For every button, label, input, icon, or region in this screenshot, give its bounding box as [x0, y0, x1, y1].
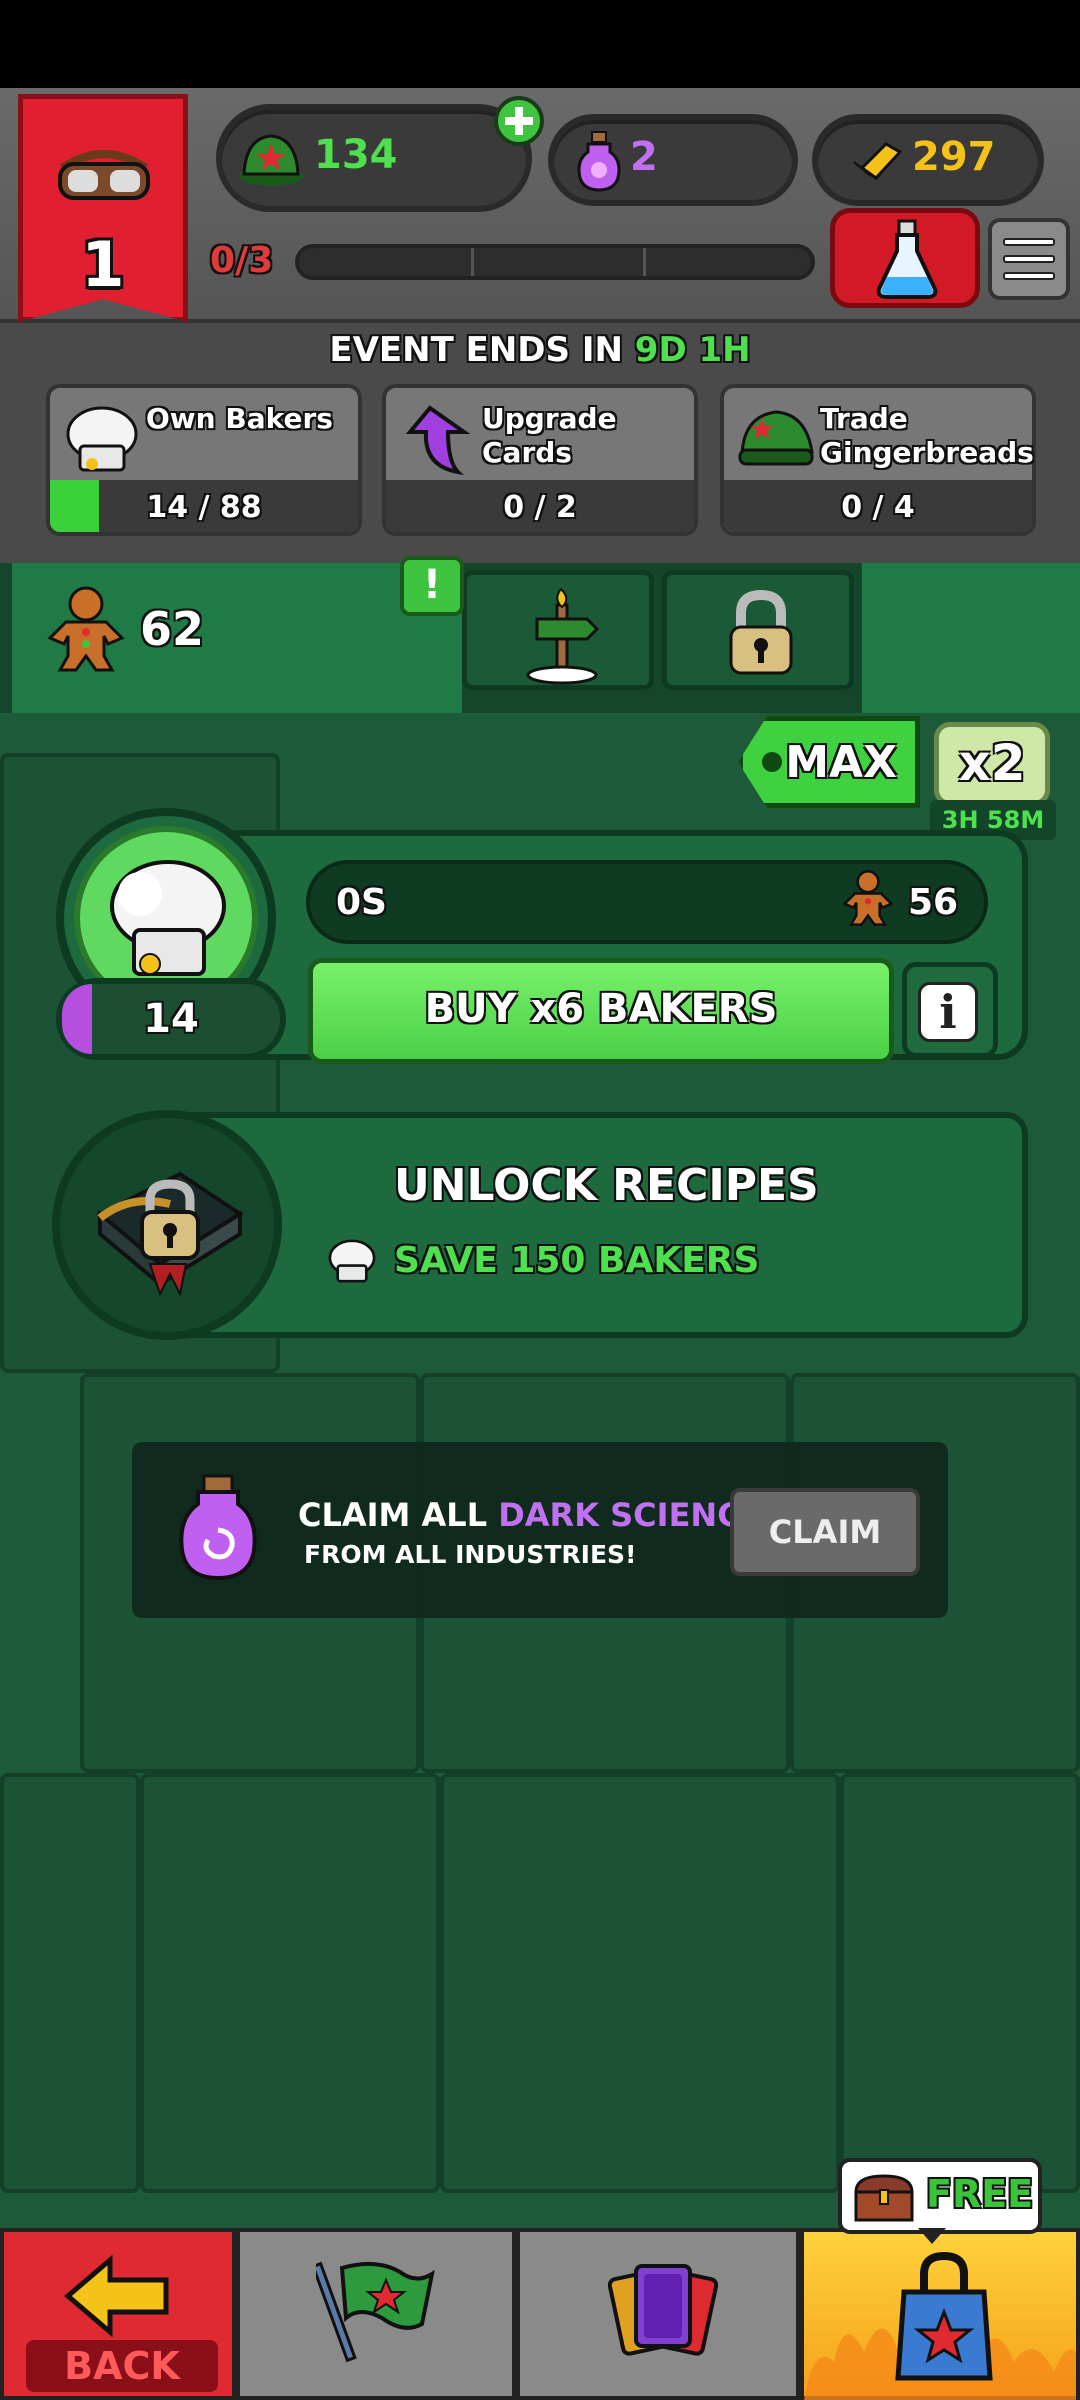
nav-tab-flag[interactable] [236, 2228, 516, 2400]
info-icon: i [918, 982, 978, 1042]
bg-plate [440, 1773, 840, 2193]
event-ends-time: 9D 1H [634, 330, 751, 370]
baker-hat-icon [66, 406, 138, 472]
gingerbread-count: 62 [140, 602, 205, 656]
hat-icon [239, 134, 303, 186]
free-bubble-tail [918, 2228, 946, 2244]
bg-plate [0, 1773, 140, 2193]
gingerbread-icon [47, 586, 125, 672]
dark-science-potion-icon [179, 1474, 257, 1581]
tab-locked[interactable] [662, 570, 854, 690]
bg-plate [840, 1773, 1080, 2193]
menu-icon-line [1003, 255, 1055, 263]
quest-label: Own Bakers [146, 402, 333, 435]
tab-empty [862, 563, 1080, 713]
nav-tab-shop[interactable] [800, 2228, 1080, 2400]
claim-text-prefix: CLAIM ALL [298, 1496, 488, 1534]
padlock-icon [729, 589, 793, 675]
max-label: MAX [785, 736, 897, 788]
cards-icon [608, 2264, 718, 2356]
menu-icon-line [1003, 238, 1055, 246]
goggles-icon [58, 150, 150, 200]
menu-button[interactable] [988, 218, 1070, 300]
shopping-bag-icon [895, 2251, 993, 2381]
quest-count: 0 / 4 [841, 490, 915, 525]
quest-progress-bar: 0 / 4 [724, 480, 1032, 532]
quest-upgrade-cards[interactable]: Upgrade Cards 0 / 2 [382, 384, 698, 536]
treasure-chest-icon [854, 2174, 914, 2222]
quest-own-bakers[interactable]: Own Bakers 14 / 88 [46, 384, 362, 536]
claim-text-line1: CLAIM ALL DARK SCIENCE [298, 1496, 763, 1534]
quest-progress-bar: 14 / 88 [50, 480, 358, 532]
signpost-icon [526, 587, 600, 685]
quest-label: Upgrade Cards [482, 402, 617, 469]
quest-trade-gingerbreads[interactable]: Trade Gingerbreads 0 / 4 [720, 384, 1036, 536]
tab-alert-badge[interactable]: ! [400, 556, 464, 616]
gold-currency[interactable]: 297 [812, 114, 1044, 206]
production-timer: 0S [336, 882, 387, 923]
potion-icon [577, 131, 621, 192]
production-reward: 56 [908, 882, 959, 923]
quest-count: 0 / 2 [503, 490, 577, 525]
hats-value: 134 [314, 132, 398, 178]
rank-progress-text: 0/3 [210, 240, 274, 281]
buy-bakers-button[interactable]: BUY x6 BAKERS [308, 958, 894, 1064]
tab-signpost[interactable] [462, 570, 654, 690]
locked-book-icon [96, 1171, 244, 1298]
up-arrow-icon [405, 405, 471, 476]
quest-progress-bar: 0 / 2 [386, 480, 694, 532]
gold-bar-icon [853, 142, 902, 180]
claim-button[interactable]: CLAIM [730, 1488, 920, 1576]
event-ends-label: EVENT ENDS IN [329, 330, 623, 370]
quest-label: Trade Gingerbreads [820, 402, 1034, 469]
science-badge[interactable] [830, 208, 980, 308]
hats-currency[interactable]: 134 [216, 104, 532, 212]
bg-plate [140, 1773, 440, 2193]
x2-boost-button[interactable]: x2 [934, 722, 1050, 806]
potions-value: 2 [630, 134, 658, 180]
nav-tab-cards[interactable] [516, 2228, 800, 2400]
add-hats-button[interactable] [494, 96, 544, 146]
baker-count: 14 [143, 996, 199, 1042]
flag-icon [316, 2261, 435, 2363]
status-bar [0, 0, 1080, 88]
flask-icon [876, 219, 938, 299]
claim-text-highlight: DARK SCIENCE [498, 1496, 763, 1534]
baker-hat-icon [110, 860, 226, 976]
unlock-requirement: SAVE 150 BAKERS [394, 1240, 760, 1281]
quest-count: 14 / 88 [146, 490, 262, 525]
recipe-book-frame [52, 1110, 282, 1340]
unlock-recipes-title: UNLOCK RECIPES [394, 1160, 819, 1211]
gold-value: 297 [912, 134, 996, 180]
potions-currency[interactable]: 2 [548, 114, 798, 206]
baker-hat-icon [328, 1239, 376, 1283]
max-dot [762, 752, 782, 772]
menu-icon-line [1003, 272, 1055, 280]
back-arrow-icon [64, 2254, 169, 2338]
event-timer: EVENT ENDS IN 9D 1H [0, 330, 1080, 370]
gingerbread-icon [842, 870, 894, 926]
rank-level: 1 [81, 228, 125, 301]
plus-icon [505, 107, 533, 135]
claim-text-line2: FROM ALL INDUSTRIES! [304, 1540, 637, 1569]
rank-progress-bar [295, 244, 815, 280]
free-label: FREE [926, 2172, 1034, 2216]
green-hat-icon [738, 410, 814, 466]
back-label: BACK [26, 2340, 218, 2392]
